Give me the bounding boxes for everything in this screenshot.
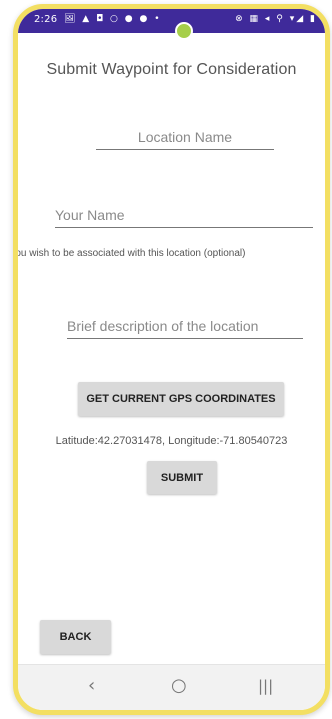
nav-home-icon[interactable]: ○ <box>171 675 187 696</box>
system-status-icons: ⊗ ▦ ◂ ⚲ ▾◢ ▮ <box>235 14 317 24</box>
page-title: Submit Waypoint for Consideration <box>46 61 297 78</box>
submit-button[interactable]: SUBMIT <box>147 461 217 494</box>
back-button[interactable]: BACK <box>40 620 111 654</box>
system-nav-bar: ‹ ○ ||| <box>18 664 325 710</box>
status-bar: 2:26 🖼 ▲ ◘ ○ ● ● • ⊗ ▦ ◂ ⚲ ▾◢ ▮ <box>18 9 325 33</box>
phone-frame: 2:26 🖼 ▲ ◘ ○ ● ● • ⊗ ▦ ◂ ⚲ ▾◢ ▮ Submit W… <box>13 4 330 715</box>
location-name-input[interactable] <box>96 129 274 150</box>
status-time: 2:26 <box>34 14 58 25</box>
name-optional-hint: If you wish to be associated with this l… <box>13 248 246 259</box>
camera-notch-icon <box>175 22 193 40</box>
your-name-input[interactable] <box>55 207 313 228</box>
nav-recents-icon[interactable]: ||| <box>258 677 273 695</box>
notification-icons: 🖼 ▲ ◘ ○ ● ● • <box>64 14 162 24</box>
coordinates-readout: Latitude:42.27031478, Longitude:-71.8054… <box>55 435 288 447</box>
description-input[interactable] <box>67 318 303 339</box>
nav-back-icon[interactable]: ‹ <box>88 675 95 696</box>
get-gps-coordinates-button[interactable]: GET CURRENT GPS COORDINATES <box>78 382 284 416</box>
